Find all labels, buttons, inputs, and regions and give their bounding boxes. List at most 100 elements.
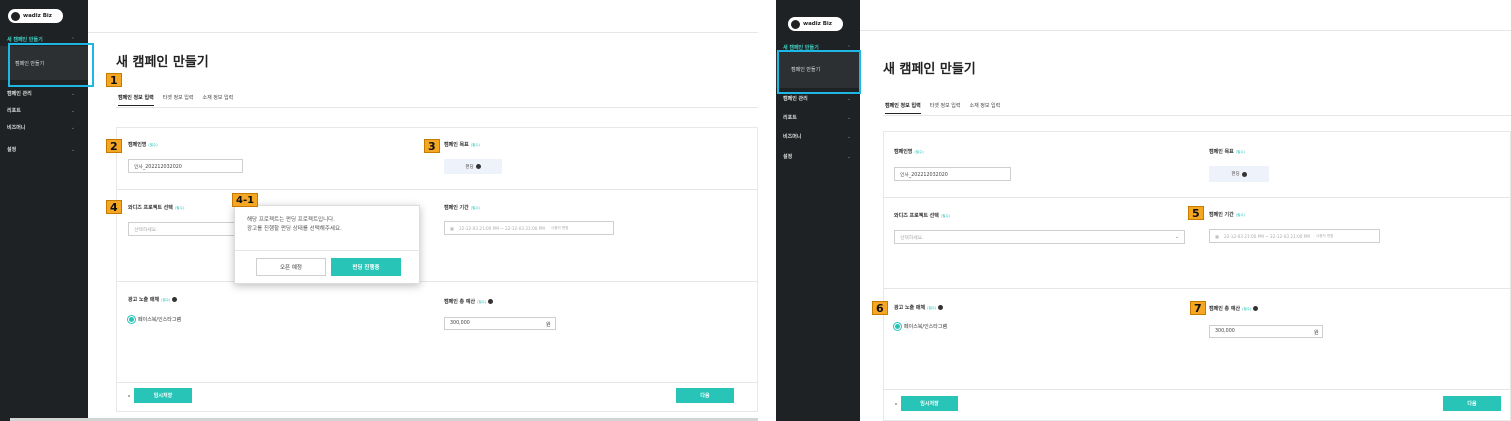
page-title: 새 캠페인 만들기 — [883, 62, 976, 77]
footer-divider — [116, 382, 758, 383]
media-radio-facebook[interactable]: 페이스북/인스타그램 — [894, 323, 947, 330]
label-text: 캠페인 기간 — [1209, 212, 1234, 218]
help-icon[interactable] — [1253, 306, 1259, 311]
row-divider — [883, 288, 1511, 289]
annotation-badge-5: 5 — [1188, 206, 1204, 220]
help-icon[interactable] — [1241, 171, 1247, 177]
sidebar-item-settings[interactable]: 설정 ⌄ — [7, 146, 81, 154]
annotation-badge-7: 7 — [1190, 301, 1206, 315]
sidebar-item-label: 설정 — [783, 154, 793, 160]
sidebar-item-bizmoney[interactable]: 비즈머니 ⌄ — [783, 133, 857, 141]
period-tag: 사용자 변환 — [550, 225, 569, 230]
goal-value: 펀딩 — [465, 164, 474, 170]
tab-target-info[interactable]: 타겟 정보 입력 — [163, 94, 194, 106]
campaign-period-input[interactable]: ▦ 22-12-03 21:00 PM ~ 22-12-03 21:00 PM … — [1209, 229, 1380, 243]
required-mark: (필수) — [1235, 213, 1245, 217]
annotation-badge-4: 4 — [106, 200, 122, 214]
help-icon[interactable] — [488, 299, 494, 304]
logo-mark-icon — [791, 19, 800, 29]
goal-value: 펀딩 — [1231, 172, 1240, 177]
help-icon[interactable] — [172, 297, 178, 302]
campaign-name-label: 캠페인명 (필수) — [894, 148, 924, 155]
save-draft-button[interactable]: 임시저장 — [134, 388, 192, 403]
label-text: 캠페인 총 예산 — [444, 299, 476, 305]
campaign-name-input[interactable]: 인사_202212032020 — [128, 159, 243, 173]
budget-label: 캠페인 총 예산 (필수) — [444, 298, 494, 305]
chevron-down-icon: ⌄ — [70, 146, 75, 153]
footer-divider — [883, 389, 1511, 390]
budget-label: 캠페인 총 예산 (필수) — [1209, 305, 1259, 312]
label-text: 캠페인명 — [128, 142, 147, 148]
funding-in-progress-button[interactable]: 펀딩 진행중 — [331, 258, 401, 276]
next-button[interactable]: 다음 — [1443, 396, 1501, 411]
sidebar-item-report[interactable]: 리포트 ⌄ — [7, 107, 81, 115]
media-label: 광고 노출 매체 (필수) — [128, 296, 178, 303]
campaign-name-label: 캠페인명 (필수) — [128, 141, 158, 148]
label-text: 캠페인 총 예산 — [1209, 306, 1241, 312]
campaign-goal-label: 캠페인 목표 (필수) — [444, 141, 480, 148]
save-draft-button[interactable]: 임시저장 — [901, 396, 958, 411]
project-select[interactable]: 선택하세요. — [128, 222, 243, 236]
required-mark: (필수) — [470, 206, 480, 210]
modal-line-2: 광고를 진행할 펀딩 상태를 선택해주세요. — [247, 226, 342, 232]
campaign-period-input[interactable]: ▦ 22-12-03 21:00 PM ~ 22-12-03 21:00 PM … — [444, 221, 614, 235]
project-select-label: 와디즈 프로젝트 선택 (필수) — [894, 212, 950, 219]
logo-text: wadiz Biz — [23, 13, 53, 19]
chevron-down-icon: ⌄ — [70, 124, 75, 131]
sidebar-item-label: 캠페인 관리 — [7, 91, 32, 97]
chevron-up-icon: ⌃ — [70, 36, 75, 43]
project-select[interactable]: 선택하세요. ⌄ — [894, 230, 1185, 244]
budget-input[interactable]: 300,000 — [444, 317, 556, 330]
media-label: 광고 노출 매체 (필수) — [894, 304, 944, 311]
sidebar-item-bizmoney[interactable]: 비즈머니 ⌄ — [7, 124, 81, 132]
radio-label: 페이스북/인스타그램 — [138, 317, 182, 323]
campaign-goal-pill[interactable]: 펀딩 — [1209, 166, 1269, 182]
label-text: 광고 노출 매체 — [894, 305, 926, 311]
annotation-badge-6: 6 — [872, 301, 888, 315]
help-icon[interactable] — [475, 164, 481, 169]
budget-unit: 원 — [1314, 330, 1319, 336]
label-text: 캠페인명 — [894, 149, 913, 155]
bullet-dot — [895, 403, 897, 405]
next-button[interactable]: 다음 — [676, 388, 734, 403]
sidebar-item-campaign-manage[interactable]: 캠페인 관리 ⌄ — [783, 95, 857, 103]
tab-campaign-info[interactable]: 캠페인 정보 입력 — [885, 102, 921, 114]
tab-creative-info[interactable]: 소재 정보 입력 — [202, 94, 233, 106]
open-scheduled-button[interactable]: 오픈 예정 — [256, 258, 326, 276]
campaign-name-input[interactable]: 인사_202212032020 — [894, 167, 1011, 181]
period-value: 22-12-03 21:00 PM ~ 22-12-03 21:00 PM — [1223, 233, 1310, 239]
sidebar-item-label: 새 캠페인 만들기 — [7, 37, 43, 43]
calendar-icon: ▦ — [450, 225, 454, 231]
sidebar-item-settings[interactable]: 설정 ⌄ — [783, 153, 857, 161]
tab-campaign-info[interactable]: 캠페인 정보 입력 — [118, 94, 154, 106]
sidebar-item-new-campaign[interactable]: 새 캠페인 만들기 ⌃ — [7, 36, 81, 44]
wadiz-biz-logo: wadiz Biz — [8, 9, 63, 23]
campaign-goal-pill[interactable]: 펀딩 — [444, 159, 502, 174]
highlight-box-submenu — [8, 43, 94, 87]
row-divider — [116, 189, 758, 190]
tab-bar: 캠페인 정보 입력 타겟 정보 입력 소재 정보 입력 — [118, 94, 242, 106]
help-icon[interactable] — [938, 305, 944, 310]
modal-divider — [235, 250, 421, 251]
required-mark: (필수) — [174, 206, 185, 210]
period-value: 22-12-03 21:00 PM ~ 22-12-03 21:00 PM — [458, 225, 545, 231]
tab-target-info[interactable]: 타겟 정보 입력 — [930, 102, 961, 114]
modal-message: 해당 프로젝트는 펀딩 프로젝트입니다. 광고를 진행할 펀딩 상태를 선택해주… — [247, 216, 342, 234]
highlight-box-submenu — [777, 50, 861, 94]
chevron-down-icon: ⌄ — [846, 133, 851, 140]
media-radio-facebook[interactable]: 페이스북/인스타그램 — [128, 316, 181, 323]
required-mark: (필수) — [940, 214, 951, 218]
required-mark: (필수) — [914, 150, 924, 154]
annotation-badge-1: 1 — [106, 73, 122, 87]
budget-input[interactable]: 300,000 — [1209, 325, 1323, 338]
sidebar-item-label: 리포트 — [7, 108, 21, 114]
radio-label: 페이스북/인스타그램 — [904, 324, 948, 330]
tab-creative-info[interactable]: 소재 정보 입력 — [969, 102, 1000, 114]
sidebar-item-report[interactable]: 리포트 ⌄ — [783, 114, 857, 122]
required-mark: (필수) — [470, 143, 480, 147]
bullet-dot — [128, 395, 130, 397]
campaign-period-label: 캠페인 기간 (필수) — [1209, 211, 1245, 218]
sidebar-item-campaign-manage[interactable]: 캠페인 관리 ⌄ — [7, 90, 81, 98]
label-text: 캠페인 목표 — [1209, 149, 1234, 155]
tab-divider — [116, 107, 758, 108]
